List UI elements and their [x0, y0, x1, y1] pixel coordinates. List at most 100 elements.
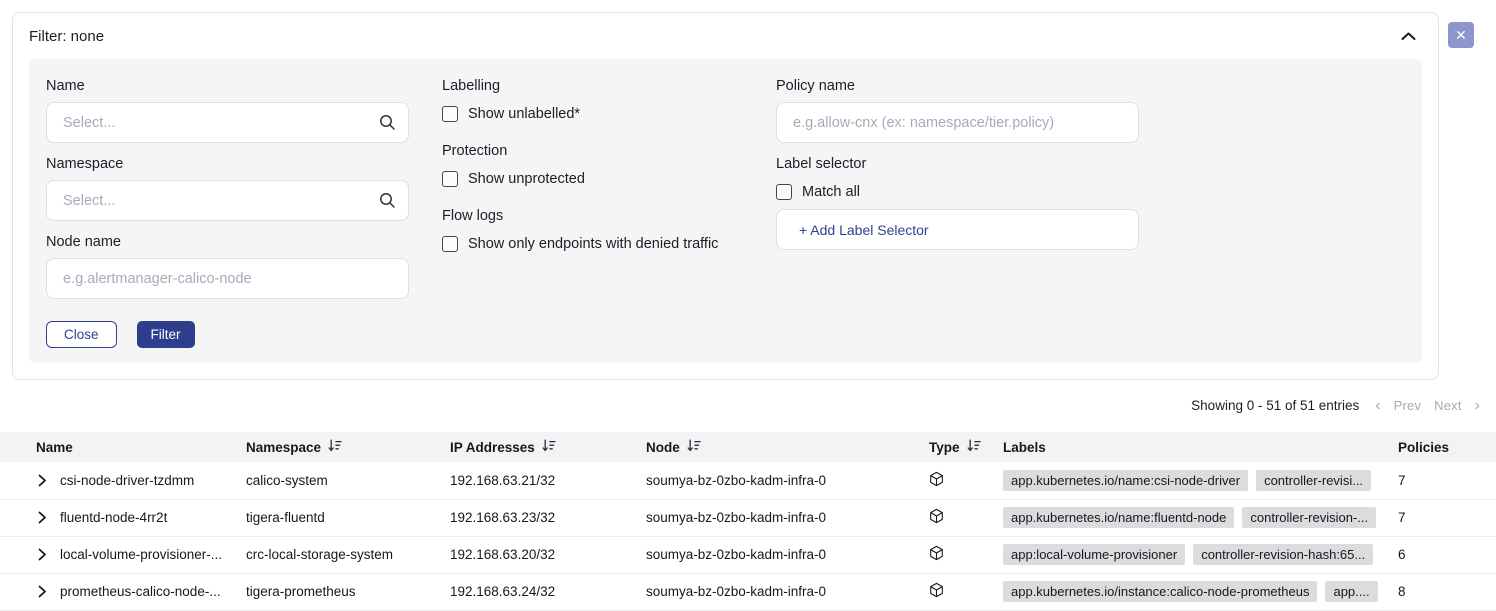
show-unlabelled-checkbox[interactable] [442, 106, 458, 122]
sort-icon[interactable] [328, 439, 342, 455]
sort-icon[interactable] [967, 439, 981, 455]
pod-icon [929, 508, 944, 524]
column-header-namespace[interactable]: Namespace [246, 432, 450, 462]
endpoint-name: prometheus-calico-node-... [60, 584, 221, 599]
filter-panel-header: Filter: none [13, 13, 1438, 59]
pod-icon [929, 545, 944, 561]
endpoints-table: Name Namespace IP Addresses Node Type La… [0, 432, 1496, 611]
labelling-heading: Labelling [442, 78, 743, 95]
match-all-checkbox[interactable] [776, 184, 792, 200]
prev-page-button[interactable]: Prev [1394, 398, 1422, 413]
filter-button[interactable]: Filter [137, 321, 195, 348]
policy-name-input[interactable] [776, 102, 1139, 143]
flow-logs-heading: Flow logs [442, 208, 743, 225]
filter-panel: Filter: none Name [12, 12, 1439, 380]
name-select-input[interactable] [46, 102, 409, 143]
denied-traffic-label: Show only endpoints with denied traffic [468, 236, 718, 252]
label-chip: controller-revisi... [1256, 470, 1371, 491]
policies-count: 7 [1398, 499, 1496, 536]
column-header-policies: Policies [1398, 432, 1496, 462]
show-unprotected-checkbox[interactable] [442, 171, 458, 187]
node-name-input[interactable] [46, 258, 409, 299]
endpoint-namespace: calico-system [246, 462, 450, 499]
column-header-name: Name [0, 432, 246, 462]
endpoint-node: soumya-bz-0zbo-kadm-infra-0 [646, 462, 929, 499]
show-unlabelled-label: Show unlabelled* [468, 106, 580, 122]
expand-row-icon[interactable] [38, 511, 47, 524]
table-row: fluentd-node-4rr2t tigera-fluentd192.168.… [0, 499, 1496, 536]
pod-icon [929, 582, 944, 598]
pager-controls: ‹ Prev Next › [1375, 398, 1480, 413]
namespace-select-input[interactable] [46, 180, 409, 221]
namespace-field-label: Namespace [46, 156, 409, 173]
expand-row-icon[interactable] [38, 548, 47, 561]
expand-row-icon[interactable] [38, 474, 47, 487]
label-chip: controller-revision-hash:65... [1193, 544, 1373, 565]
endpoint-ip-addresses: 192.168.63.23/32 [450, 499, 646, 536]
filter-column-right: Policy name Label selector Match all + A… [776, 78, 1139, 250]
label-selector-heading: Label selector [776, 156, 1139, 173]
endpoint-namespace: tigera-fluentd [246, 499, 450, 536]
label-chip: app.kubernetes.io/name:fluentd-node [1003, 507, 1234, 528]
node-name-field-label: Node name [46, 234, 409, 251]
label-chip: app:local-volume-provisioner [1003, 544, 1185, 565]
label-chip: app.kubernetes.io/instance:calico-node-p… [1003, 581, 1317, 602]
show-unlabelled-row[interactable]: Show unlabelled* [442, 106, 743, 122]
dismiss-filter-panel-button[interactable]: ✕ [1448, 22, 1474, 48]
next-page-arrow-icon[interactable]: › [1475, 399, 1480, 412]
table-row: csi-node-driver-tzdmm calico-system192.16… [0, 462, 1496, 499]
endpoint-namespace: crc-local-storage-system [246, 536, 450, 573]
filter-panel-title: Filter: none [29, 28, 104, 45]
denied-traffic-row[interactable]: Show only endpoints with denied traffic [442, 236, 743, 252]
endpoint-node: soumya-bz-0zbo-kadm-infra-0 [646, 573, 929, 610]
endpoint-name: fluentd-node-4rr2t [60, 510, 167, 525]
table-row: local-volume-provisioner-... crc-local-st… [0, 536, 1496, 573]
expand-row-icon[interactable] [38, 585, 47, 598]
search-icon[interactable] [379, 192, 396, 209]
collapse-filter-button[interactable] [1399, 30, 1418, 43]
table-row: prometheus-calico-node-... tigera-prometh… [0, 573, 1496, 610]
column-header-node[interactable]: Node [646, 432, 929, 462]
endpoints-table-body: csi-node-driver-tzdmmcalico-system192.16… [0, 462, 1496, 610]
protection-heading: Protection [442, 143, 743, 160]
column-header-labels: Labels [1003, 432, 1398, 462]
show-unprotected-row[interactable]: Show unprotected [442, 171, 743, 187]
label-chip: controller-revision-... [1242, 507, 1376, 528]
endpoint-name: csi-node-driver-tzdmm [60, 473, 194, 488]
label-chip: app.... [1325, 581, 1377, 602]
filter-column-left: Name Namespace [46, 78, 409, 348]
filter-panel-body: Name Namespace [29, 59, 1422, 363]
prev-page-arrow-icon[interactable]: ‹ [1375, 399, 1380, 412]
add-label-selector-button[interactable]: + Add Label Selector [776, 209, 1139, 250]
endpoint-node: soumya-bz-0zbo-kadm-infra-0 [646, 536, 929, 573]
endpoint-ip-addresses: 192.168.63.24/32 [450, 573, 646, 610]
name-field-label: Name [46, 78, 409, 95]
filter-column-middle: Labelling Show unlabelled* Protection Sh… [442, 78, 743, 273]
policies-count: 7 [1398, 462, 1496, 499]
sort-icon[interactable] [687, 439, 701, 455]
endpoint-ip-addresses: 192.168.63.21/32 [450, 462, 646, 499]
match-all-row[interactable]: Match all [776, 184, 1139, 200]
policies-count: 6 [1398, 536, 1496, 573]
pod-icon [929, 471, 944, 487]
column-header-type[interactable]: Type [929, 432, 1003, 462]
policies-count: 8 [1398, 573, 1496, 610]
next-page-button[interactable]: Next [1434, 398, 1462, 413]
table-header-row: Name Namespace IP Addresses Node Type La… [0, 432, 1496, 462]
close-icon: ✕ [1455, 27, 1467, 43]
search-icon[interactable] [379, 114, 396, 131]
close-button[interactable]: Close [46, 321, 117, 348]
match-all-label: Match all [802, 184, 860, 200]
entries-summary: Showing 0 - 51 of 51 entries [1191, 398, 1359, 413]
pagination: Showing 0 - 51 of 51 entries ‹ Prev Next… [1191, 398, 1480, 413]
denied-traffic-checkbox[interactable] [442, 236, 458, 252]
policy-name-field-label: Policy name [776, 78, 1139, 95]
endpoint-ip-addresses: 192.168.63.20/32 [450, 536, 646, 573]
show-unprotected-label: Show unprotected [468, 171, 585, 187]
label-chip: app.kubernetes.io/name:csi-node-driver [1003, 470, 1248, 491]
endpoint-name: local-volume-provisioner-... [60, 547, 222, 562]
endpoint-node: soumya-bz-0zbo-kadm-infra-0 [646, 499, 929, 536]
endpoint-namespace: tigera-prometheus [246, 573, 450, 610]
column-header-ip-addresses[interactable]: IP Addresses [450, 432, 646, 462]
sort-icon[interactable] [542, 439, 556, 455]
